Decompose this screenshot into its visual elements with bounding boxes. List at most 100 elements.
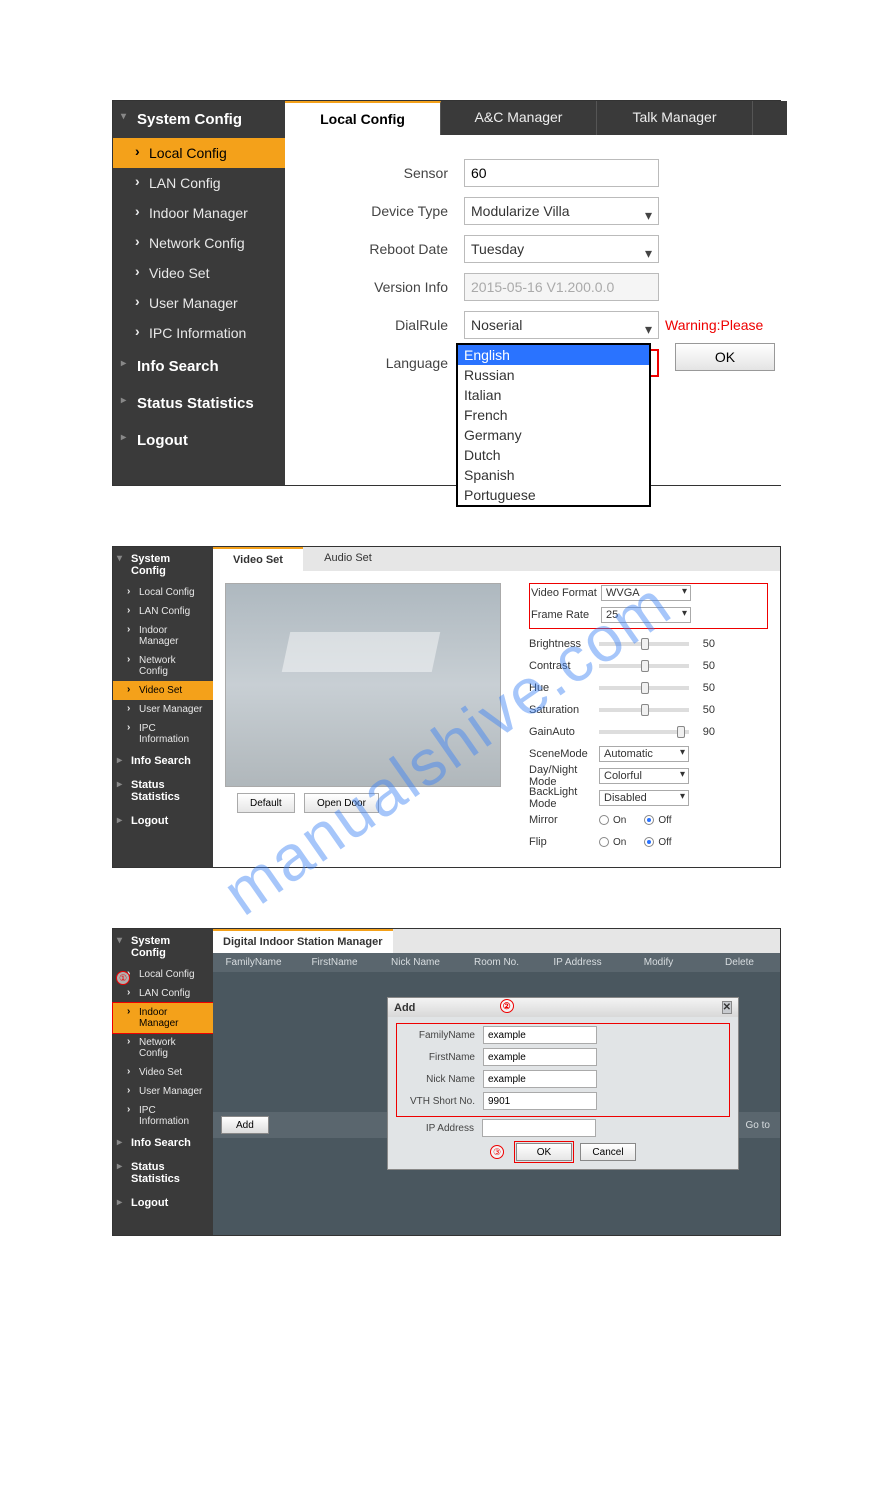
label-brightness: Brightness [529,638,599,650]
label-gain-auto: GainAuto [529,726,599,738]
tab-local-config[interactable]: Local Config [285,101,441,135]
label-vth-short-no: VTH Short No. [399,1096,483,1107]
lang-option-english[interactable]: English [458,345,649,365]
pager-goto[interactable]: Go to [746,1120,770,1131]
sidebar-group-system-config[interactable]: System Config [113,547,213,583]
sidebar-item-indoor-manager[interactable]: Indoor Manager [113,198,285,228]
slider-hue[interactable] [599,686,689,690]
sidebar-group-info-search[interactable]: Info Search [113,348,285,385]
sidebar-item-indoor-manager[interactable]: Indoor Manager [113,621,213,651]
sidebar-item-local-config[interactable]: Local Config [113,138,285,168]
lang-option-french[interactable]: French [458,405,649,425]
select-backlight[interactable]: Disabled [599,790,689,806]
ok-button[interactable]: OK [675,343,775,371]
sidebar-item-indoor-manager[interactable]: Indoor Manager [113,1003,213,1033]
label-dial-rule: DialRule [309,317,464,333]
tab-digital-indoor[interactable]: Digital Indoor Station Manager [213,929,393,953]
sidebar-group-info-search[interactable]: Info Search [113,749,213,773]
sidebar-item-lan-config[interactable]: LAN Config [113,984,213,1003]
input-vth-short-no[interactable] [483,1092,597,1110]
label-firstname: FirstName [399,1052,483,1063]
sidebar-group-system-config[interactable]: System Config [113,929,213,965]
sidebar-item-ipc-information[interactable]: IPC Information [113,318,285,348]
value-hue: 50 [695,682,715,694]
radio-flip-off[interactable]: Off [644,837,671,848]
callout-2: ② [500,999,514,1013]
input-sensor[interactable] [464,159,659,187]
value-contrast: 50 [695,660,715,672]
select-reboot-date[interactable]: Tuesday [464,235,659,263]
col-firstname: FirstName [294,957,375,968]
lang-option-italian[interactable]: Italian [458,385,649,405]
slider-saturation[interactable] [599,708,689,712]
tab-video-set[interactable]: Video Set [213,547,303,571]
sidebar-item-user-manager[interactable]: User Manager [113,1082,213,1101]
tab-talk-manager[interactable]: Talk Manager [597,101,753,135]
sidebar-item-lan-config[interactable]: LAN Config [113,168,285,198]
slider-contrast[interactable] [599,664,689,668]
slider-gain-auto[interactable] [599,730,689,734]
label-saturation: Saturation [529,704,599,716]
sidebar-group-status-statistics[interactable]: Status Statistics [113,385,285,422]
col-modify: Modify [618,957,699,968]
language-dropdown[interactable]: English Russian Italian French Germany D… [456,343,651,507]
select-device-type[interactable]: Modularize Villa [464,197,659,225]
sidebar-item-user-manager[interactable]: User Manager [113,288,285,318]
input-nickname[interactable] [483,1070,597,1088]
panel-video-set: System Config Local Config LAN Config In… [112,546,781,868]
default-button[interactable]: Default [237,793,295,813]
sidebar-item-user-manager[interactable]: User Manager [113,700,213,719]
sidebar-item-network-config[interactable]: Network Config [113,228,285,258]
radio-mirror-on[interactable]: On [599,815,626,826]
modal-cancel-button[interactable]: Cancel [580,1143,636,1161]
sidebar-group-logout[interactable]: Logout [113,809,213,833]
sidebar-group-logout[interactable]: Logout [113,422,285,459]
sidebar-item-network-config[interactable]: Network Config [113,1033,213,1063]
lang-option-spanish[interactable]: Spanish [458,465,649,485]
input-ip-address[interactable] [482,1119,596,1137]
select-dial-rule[interactable]: Noserial [464,311,659,339]
select-video-format[interactable]: WVGA [601,585,691,601]
label-contrast: Contrast [529,660,599,672]
close-icon[interactable]: ✕ [722,1001,732,1014]
open-door-button[interactable]: Open Door [304,793,379,813]
sidebar-group-system-config[interactable]: System Config [113,101,285,138]
lang-option-portuguese[interactable]: Portuguese [458,485,649,505]
sidebar-item-network-config[interactable]: Network Config [113,651,213,681]
input-firstname[interactable] [483,1048,597,1066]
col-delete: Delete [699,957,780,968]
sidebar-item-local-config[interactable]: Local Config [113,583,213,602]
label-video-format: Video Format [531,587,601,599]
label-flip: Flip [529,836,599,848]
label-backlight: BackLight Mode [529,786,599,810]
label-day-night: Day/Night Mode [529,764,599,788]
sidebar-item-video-set[interactable]: Video Set [113,1063,213,1082]
label-version-info: Version Info [309,279,464,295]
add-modal: Add ② ✕ FamilyName FirstName Nick Name V… [387,997,739,1170]
select-scene-mode[interactable]: Automatic [599,746,689,762]
lang-option-dutch[interactable]: Dutch [458,445,649,465]
sidebar-item-ipc-information[interactable]: IPC Information [113,719,213,749]
lang-option-russian[interactable]: Russian [458,365,649,385]
modal-ok-button[interactable]: OK [516,1143,572,1161]
add-button[interactable]: Add [221,1116,269,1134]
sidebar-group-info-search[interactable]: Info Search [113,1131,213,1155]
select-frame-rate[interactable]: 25 [601,607,691,623]
sidebar-item-video-set[interactable]: Video Set [113,681,213,700]
sidebar-item-ipc-information[interactable]: IPC Information [113,1101,213,1131]
tab-audio-set[interactable]: Audio Set [303,547,393,571]
sidebar-group-logout[interactable]: Logout [113,1191,213,1215]
sidebar-item-lan-config[interactable]: LAN Config [113,602,213,621]
sidebar-item-video-set[interactable]: Video Set [113,258,285,288]
slider-brightness[interactable] [599,642,689,646]
input-familyname[interactable] [483,1026,597,1044]
callout-3: ③ [490,1145,504,1159]
sidebar-group-status-statistics[interactable]: Status Statistics [113,1155,213,1191]
radio-flip-on[interactable]: On [599,837,626,848]
sidebar-group-status-statistics[interactable]: Status Statistics [113,773,213,809]
lang-option-germany[interactable]: Germany [458,425,649,445]
radio-mirror-off[interactable]: Off [644,815,671,826]
select-day-night[interactable]: Colorful [599,768,689,784]
label-ip-address: IP Address [398,1123,482,1134]
tab-ac-manager[interactable]: A&C Manager [441,101,597,135]
